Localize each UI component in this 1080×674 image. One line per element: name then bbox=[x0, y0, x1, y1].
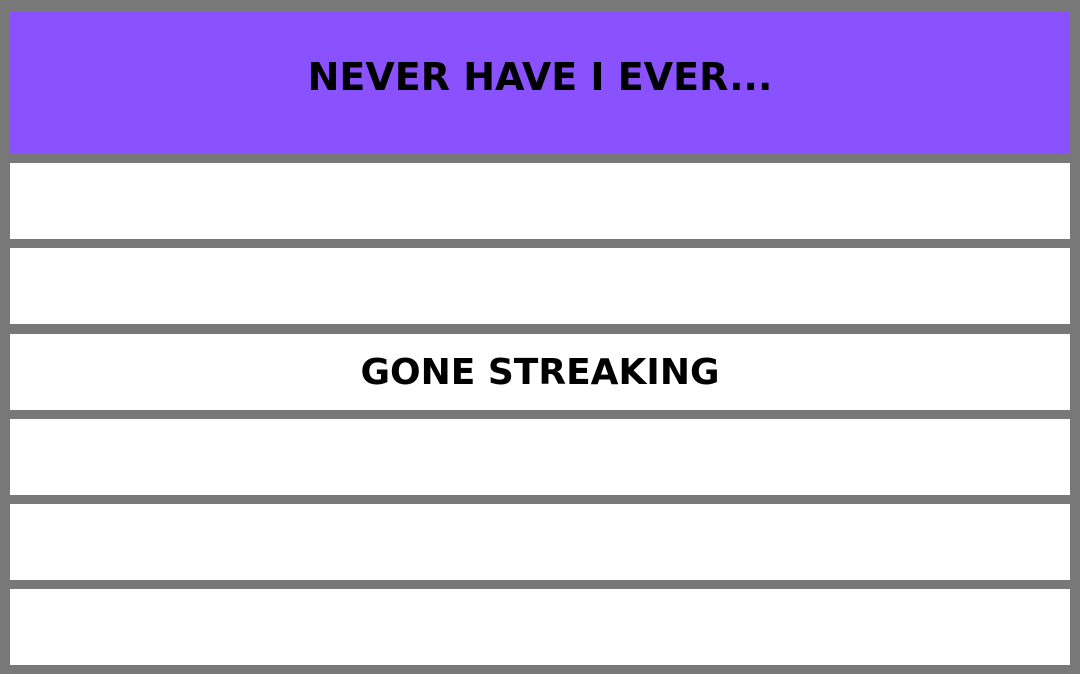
answer-row-6[interactable] bbox=[10, 589, 1070, 665]
game-board: NEVER HAVE I EVER... GONE STREAKING bbox=[0, 0, 1080, 674]
answer-text: GONE STREAKING bbox=[360, 351, 720, 393]
answer-row-4[interactable] bbox=[10, 419, 1070, 495]
header-title: NEVER HAVE I EVER... bbox=[307, 55, 773, 99]
answer-row-2[interactable] bbox=[10, 248, 1070, 324]
answer-row-5[interactable] bbox=[10, 504, 1070, 580]
header-banner: NEVER HAVE I EVER... bbox=[10, 12, 1070, 154]
answer-row-3[interactable]: GONE STREAKING bbox=[10, 334, 1070, 410]
answer-row-1[interactable] bbox=[10, 163, 1070, 239]
